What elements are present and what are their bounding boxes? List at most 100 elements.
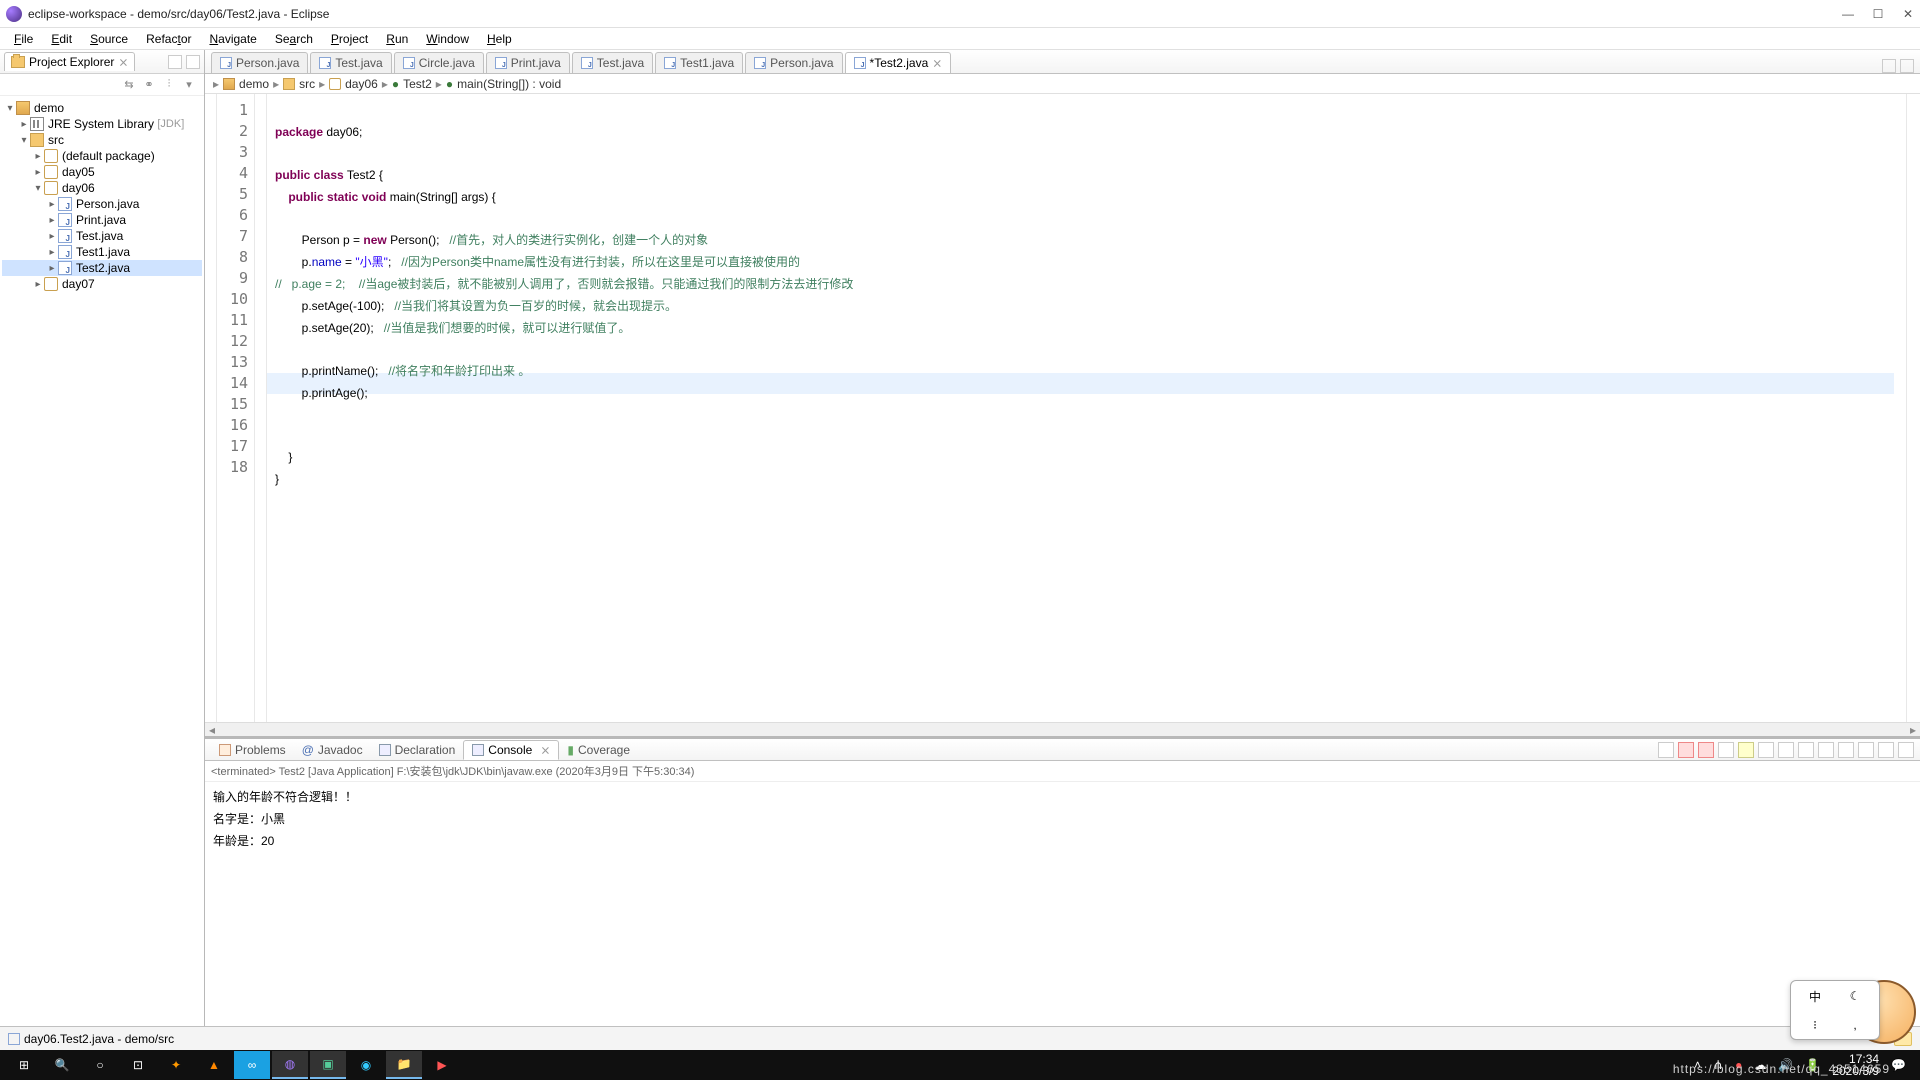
tree-day06[interactable]: day06	[62, 181, 95, 195]
new-console-button[interactable]	[1858, 742, 1874, 758]
taskbar-app[interactable]: ▣	[310, 1051, 346, 1079]
maximize-editor-button[interactable]	[1900, 59, 1914, 73]
menu-edit[interactable]: Edit	[43, 30, 80, 48]
clear-console-button[interactable]	[1738, 742, 1754, 758]
editor-tab[interactable]: Test.java	[310, 52, 391, 73]
package-icon	[44, 165, 58, 179]
overview-ruler[interactable]	[1906, 94, 1920, 722]
start-button[interactable]: ⊞	[6, 1051, 42, 1079]
tree-day05[interactable]: day05	[62, 165, 95, 179]
editor-tab-active[interactable]: *Test2.java⨯	[845, 52, 952, 73]
console-output[interactable]: 输入的年龄不符合逻辑！！ 名字是：小黑 年龄是：20	[205, 782, 1920, 1026]
filter-icon[interactable]: ⫶	[162, 78, 176, 92]
close-icon[interactable]: ⨯	[118, 55, 128, 69]
taskbar-app[interactable]: ▶	[424, 1051, 460, 1079]
taskbar-explorer[interactable]: 📁	[386, 1051, 422, 1079]
tree-file[interactable]: Test1.java	[76, 245, 130, 259]
tree-file[interactable]: Person.java	[76, 197, 139, 211]
taskbar-app[interactable]: ∞	[234, 1051, 270, 1079]
folder-icon	[30, 133, 44, 147]
editor-tab[interactable]: Print.java	[486, 52, 570, 73]
editor-tab[interactable]: Test.java	[572, 52, 653, 73]
code-editor[interactable]: 123456789101112131415161718 package day0…	[205, 94, 1920, 722]
open-console-button[interactable]	[1838, 742, 1854, 758]
menu-help[interactable]: Help	[479, 30, 520, 48]
menu-search[interactable]: Search	[267, 30, 321, 48]
tree-file-selected[interactable]: Test2.java	[76, 261, 130, 275]
collapse-all-icon[interactable]: ⇆	[122, 78, 136, 92]
library-icon	[30, 117, 44, 131]
cortana-button[interactable]: ○	[82, 1051, 118, 1079]
explorer-title: Project Explorer	[29, 55, 114, 69]
minimize-editor-button[interactable]	[1882, 59, 1896, 73]
minimize-view-button[interactable]	[168, 55, 182, 69]
menu-refactor[interactable]: Refactor	[138, 30, 199, 48]
scroll-lock-button[interactable]	[1758, 742, 1774, 758]
java-file-icon	[58, 213, 72, 227]
menu-file[interactable]: File	[6, 30, 41, 48]
tree-pkg-default[interactable]: (default package)	[62, 149, 155, 163]
menu-run[interactable]: Run	[378, 30, 416, 48]
maximize-button[interactable]: ☐	[1872, 8, 1884, 20]
taskview-button[interactable]: ⊡	[120, 1051, 156, 1079]
project-tree[interactable]: ▾demo ▸JRE System Library [JDK] ▾src ▸(d…	[0, 96, 204, 1026]
tab-problems[interactable]: Problems	[211, 741, 294, 759]
tab-javadoc[interactable]: @Javadoc	[294, 741, 371, 759]
maximize-panel-button[interactable]	[1898, 742, 1914, 758]
close-button[interactable]: ✕	[1902, 8, 1914, 20]
folder-icon	[11, 56, 25, 68]
declaration-icon	[379, 744, 391, 756]
taskbar-app[interactable]: ▲	[196, 1051, 232, 1079]
tab-coverage[interactable]: ▮Coverage	[559, 741, 638, 759]
tab-declaration[interactable]: Declaration	[371, 741, 464, 759]
breadcrumb[interactable]: ▸demo ▸src ▸day06 ▸●Test2 ▸●main(String[…	[205, 74, 1920, 94]
editor-tab[interactable]: Test1.java	[655, 52, 743, 73]
taskbar-app[interactable]: ◉	[348, 1051, 384, 1079]
editor-area: Person.java Test.java Circle.java Print.…	[205, 50, 1920, 1026]
java-file-icon	[495, 57, 507, 69]
menu-source[interactable]: Source	[82, 30, 136, 48]
package-icon	[44, 277, 58, 291]
menu-window[interactable]: Window	[418, 30, 477, 48]
watermark: https://blog.csdn.net/qq_43514659	[1673, 1062, 1890, 1076]
code-content[interactable]: package day06; public class Test2 { publ…	[267, 94, 1906, 722]
tab-console[interactable]: Console⨯	[463, 740, 559, 760]
close-icon[interactable]: ⨯	[932, 56, 942, 70]
taskbar-app[interactable]: ✦	[158, 1051, 194, 1079]
notification-icon[interactable]: 💬	[1891, 1058, 1906, 1072]
view-menu-icon[interactable]: ▾	[182, 78, 196, 92]
link-editor-icon[interactable]: ⚭	[142, 78, 156, 92]
tree-jre[interactable]: JRE System Library	[48, 117, 154, 131]
console-tool[interactable]	[1658, 742, 1674, 758]
editor-tab[interactable]: Person.java	[211, 52, 308, 73]
tree-src[interactable]: src	[48, 133, 64, 147]
explorer-tab[interactable]: Project Explorer ⨯	[4, 52, 135, 71]
eclipse-icon	[6, 6, 22, 22]
word-wrap-button[interactable]	[1778, 742, 1794, 758]
menu-project[interactable]: Project	[323, 30, 376, 48]
pin-console-button[interactable]	[1798, 742, 1814, 758]
terminate-button[interactable]	[1678, 742, 1694, 758]
tree-day07[interactable]: day07	[62, 277, 95, 291]
remove-launch-button[interactable]	[1718, 742, 1734, 758]
java-file-icon	[664, 57, 676, 69]
ime-panel[interactable]: 中☾ ⁝,	[1790, 980, 1880, 1040]
minimize-panel-button[interactable]	[1878, 742, 1894, 758]
horizontal-scrollbar[interactable]: ◂▸	[205, 722, 1920, 736]
tree-file[interactable]: Print.java	[76, 213, 126, 227]
taskbar-eclipse[interactable]: ◍	[272, 1051, 308, 1079]
java-file-icon	[58, 261, 72, 275]
console-header: <terminated> Test2 [Java Application] F:…	[205, 761, 1920, 782]
search-button[interactable]: 🔍	[44, 1051, 80, 1079]
terminate-all-button[interactable]	[1698, 742, 1714, 758]
project-explorer: Project Explorer ⨯ ⇆ ⚭ ⫶ ▾ ▾demo ▸JRE Sy…	[0, 50, 205, 1026]
minimize-button[interactable]: —	[1842, 8, 1854, 20]
editor-tab[interactable]: Person.java	[745, 52, 842, 73]
editor-tab[interactable]: Circle.java	[394, 52, 484, 73]
tree-file[interactable]: Test.java	[76, 229, 123, 243]
maximize-view-button[interactable]	[186, 55, 200, 69]
menu-navigate[interactable]: Navigate	[201, 30, 264, 48]
window-title: eclipse-workspace - demo/src/day06/Test2…	[28, 7, 1842, 21]
tree-project[interactable]: demo	[34, 101, 64, 115]
display-console-button[interactable]	[1818, 742, 1834, 758]
